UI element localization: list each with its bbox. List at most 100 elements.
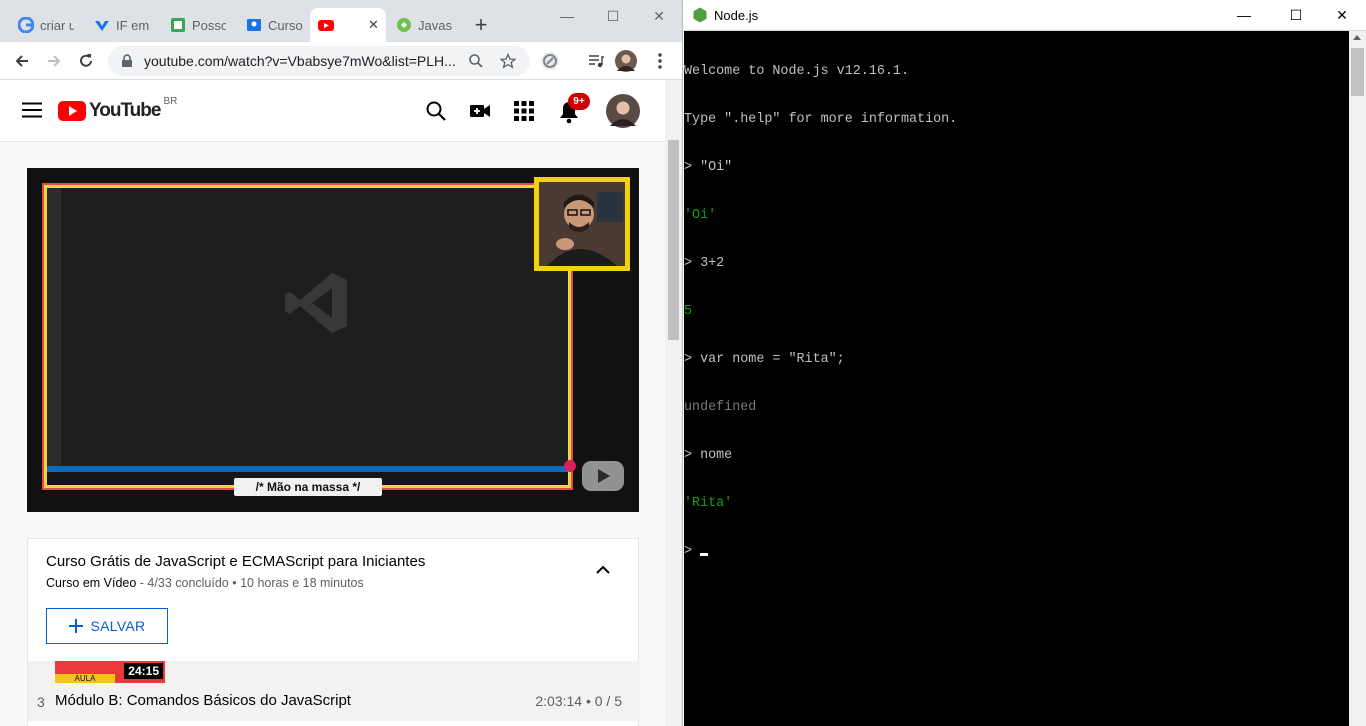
video-screen-recording	[42, 183, 573, 490]
console-line: Welcome to Node.js v12.16.1.	[684, 64, 909, 79]
user-avatar[interactable]	[606, 94, 640, 128]
back-icon[interactable]	[8, 47, 36, 75]
video-caption-overlay: /* Mão na massa */	[234, 478, 382, 496]
youtube-logo[interactable]: YouTube BR	[58, 96, 177, 122]
webcam-overlay	[534, 177, 630, 271]
console-output[interactable]: Welcome to Node.js v12.16.1. Type ".help…	[684, 31, 1349, 726]
browser-toolbar: youtube.com/watch?v=Vbabsye7mWo&list=PLH…	[0, 42, 682, 80]
nodejs-console-window: Node.js — ☐ ✕ Welcome to Node.js v12.16.…	[684, 0, 1366, 726]
playlist-title[interactable]: Curso Grátis de JavaScript e ECMAScript …	[46, 553, 425, 570]
playlist-subtitle: Curso em Vídeo - 4/33 concluído • 10 hor…	[46, 576, 364, 590]
menu-kebab-icon[interactable]	[646, 47, 674, 75]
console-line: > 3+2	[684, 256, 725, 271]
console-maximize-button[interactable]: ☐	[1276, 4, 1316, 26]
chevron-up-icon[interactable]	[594, 561, 612, 579]
playlist-item-index: 3	[37, 694, 45, 710]
prompt: >	[684, 544, 701, 559]
vscode-activity-bar	[47, 188, 61, 468]
search-icon[interactable]	[425, 100, 447, 122]
lock-icon	[122, 54, 132, 67]
scroll-up-arrow-icon[interactable]	[1353, 35, 1361, 40]
tab-if[interactable]: IF em	[86, 8, 158, 42]
scrollbar-thumb[interactable]	[668, 140, 679, 340]
zoom-icon[interactable]	[468, 53, 484, 69]
minimize-button[interactable]: —	[552, 5, 582, 27]
record-dot-icon	[564, 460, 576, 472]
youtube-icon	[318, 20, 334, 31]
close-tab-icon[interactable]: ✕	[368, 17, 379, 33]
console-line: > "Oi"	[684, 160, 733, 175]
hamburger-menu-icon[interactable]	[22, 102, 42, 118]
chrome-window: criar u IF em Posso Curso ✕ Javas + — ☐ …	[0, 0, 683, 726]
channel-link[interactable]: Curso em Vídeo	[46, 576, 136, 590]
address-bar[interactable]: youtube.com/watch?v=Vbabsye7mWo&list=PLH…	[108, 46, 530, 76]
presenter-image	[539, 182, 625, 266]
text-cursor	[700, 553, 709, 556]
console-line: 'Oi'	[684, 208, 717, 223]
new-tab-button[interactable]: +	[466, 8, 496, 42]
google-icon	[18, 17, 34, 33]
node-icon	[397, 18, 411, 32]
console-scrollbar[interactable]	[1349, 31, 1366, 726]
tab-curso[interactable]: Curso	[238, 8, 310, 42]
tab-google[interactable]: criar u	[10, 8, 82, 42]
console-close-button[interactable]: ✕	[1322, 4, 1362, 26]
nodejs-icon	[693, 7, 707, 23]
reload-icon[interactable]	[72, 47, 100, 75]
tab-label: Posso	[192, 17, 226, 33]
console-line: undefined	[684, 400, 757, 415]
page-scrollbar[interactable]	[665, 80, 682, 726]
if-logo-icon	[95, 21, 109, 31]
extension-icon[interactable]	[536, 47, 564, 75]
save-label: SALVAR	[90, 618, 146, 634]
console-scrollbar-thumb[interactable]	[1351, 48, 1364, 96]
desktop: criar u IF em Posso Curso ✕ Javas + — ☐ …	[0, 0, 1366, 726]
create-video-icon[interactable]	[469, 101, 491, 121]
bookmark-star-icon[interactable]	[500, 53, 516, 69]
console-line: 'Rita'	[684, 496, 733, 511]
vscode-logo-watermark-icon	[285, 273, 347, 333]
youtube-logo-text: YouTube	[89, 100, 161, 121]
close-window-button[interactable]: ✕	[644, 5, 674, 27]
console-line: 5	[684, 304, 693, 319]
playlist-progress: - 4/33 concluído • 10 horas e 18 minutos	[136, 576, 364, 590]
tab-label: Curso	[268, 17, 302, 33]
console-title: Node.js	[714, 8, 759, 23]
tab-label: criar u	[40, 17, 74, 33]
console-line: > var nome = "Rita";	[684, 352, 845, 367]
apps-grid-icon[interactable]	[514, 101, 534, 121]
youtube-play-logo-icon	[58, 101, 86, 121]
save-playlist-button[interactable]: SALVAR	[46, 608, 168, 644]
document-icon	[171, 18, 185, 32]
profile-avatar[interactable]	[612, 47, 640, 75]
playlist-item-title: Módulo B: Comandos Básicos do JavaScript	[55, 692, 351, 709]
region-label: BR	[163, 96, 178, 107]
tab-javascript[interactable]: Javasc	[388, 8, 460, 42]
console-line: Type ".help" for more information.	[684, 112, 958, 127]
tab-youtube-active[interactable]: ✕	[310, 8, 386, 42]
console-line: > nome	[684, 448, 733, 463]
video-player[interactable]: /* Mão na massa */	[27, 168, 639, 512]
maximize-button[interactable]: ☐	[598, 5, 628, 27]
youtube-header: YouTube BR 9+	[0, 80, 666, 142]
playlist-item-thumbnail: AULA 24:15	[55, 661, 165, 683]
youtube-play-watermark-icon[interactable]	[582, 461, 624, 491]
classroom-icon	[247, 19, 261, 31]
console-title-bar: Node.js — ☐ ✕	[684, 0, 1366, 31]
tab-posso[interactable]: Posso	[162, 8, 234, 42]
forward-icon[interactable]	[40, 47, 68, 75]
notification-badge: 9+	[568, 93, 590, 110]
console-prompt-line[interactable]: >	[684, 544, 1349, 560]
playlist-item-meta: 2:03:14 • 0 / 5	[535, 693, 622, 709]
notifications-button[interactable]: 9+	[556, 93, 590, 124]
media-control-icon[interactable]	[582, 47, 610, 75]
console-minimize-button[interactable]: —	[1224, 4, 1264, 26]
playlist-item[interactable]: AULA 24:15 3 Módulo B: Comandos Básicos …	[28, 661, 640, 721]
thumb-duration: 24:15	[124, 663, 163, 679]
plus-icon	[68, 619, 83, 633]
tab-label: Javasc	[418, 17, 452, 33]
youtube-page: YouTube BR 9+ /* Mão na massa */ Curso G…	[0, 80, 666, 726]
url-text: youtube.com/watch?v=Vbabsye7mWo&list=PLH…	[144, 53, 456, 69]
tab-label: IF em	[116, 17, 150, 33]
thumb-label: AULA	[55, 674, 115, 683]
